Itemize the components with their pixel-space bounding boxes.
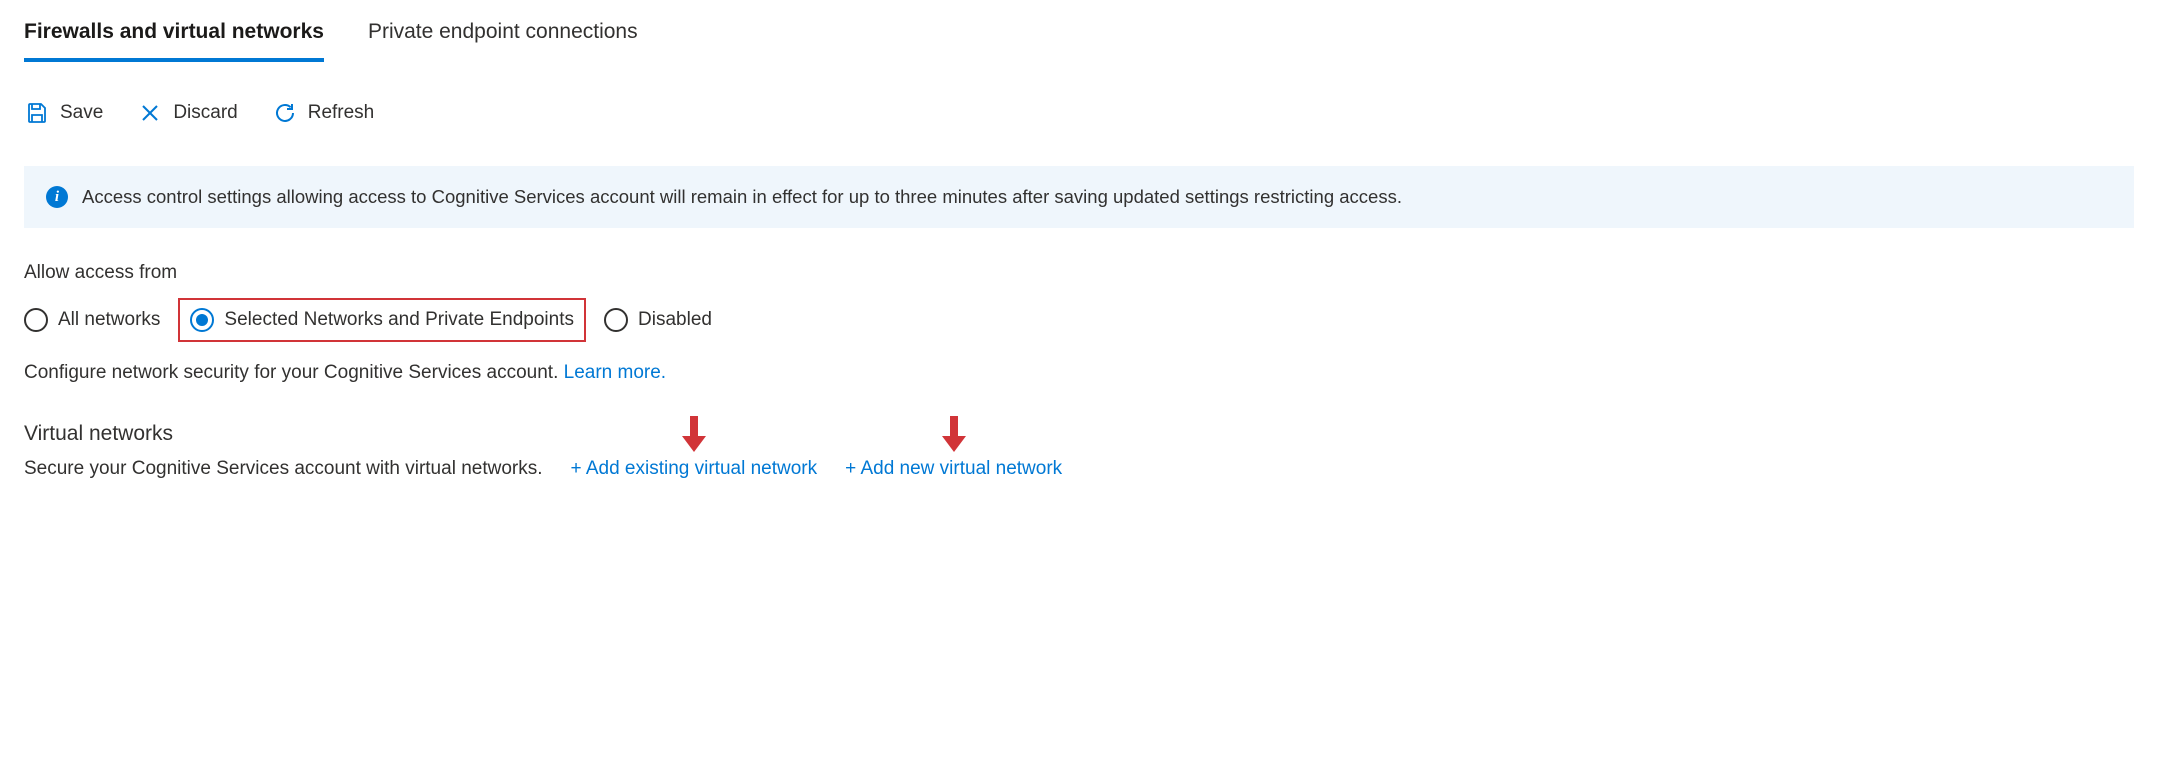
discard-label: Discard [173,102,237,124]
save-button[interactable]: Save [24,100,103,126]
radio-icon-selected [190,308,214,332]
arrow-down-icon [680,414,708,460]
add-new-vnet-link[interactable]: + Add new virtual network [845,458,1062,480]
radio-icon [24,308,48,332]
config-text: Configure network security for your Cogn… [24,362,564,383]
radio-label: Disabled [638,309,712,331]
refresh-icon [272,100,298,126]
refresh-button[interactable]: Refresh [272,100,375,126]
info-banner: i Access control settings allowing acces… [24,166,2134,228]
tabs-container: Firewalls and virtual networks Private e… [24,20,2134,62]
radio-dot-icon [196,314,208,326]
toolbar: Save Discard Refresh [24,100,2134,126]
discard-button[interactable]: Discard [137,100,237,126]
learn-more-link[interactable]: Learn more. [564,362,666,383]
arrow-down-icon [940,414,968,460]
close-icon [137,100,163,126]
config-description: Configure network security for your Cogn… [24,362,2134,384]
radio-label: Selected Networks and Private Endpoints [224,309,574,331]
allow-access-label: Allow access from [24,262,2134,284]
add-new-label: + Add new virtual network [845,458,1062,479]
add-existing-vnet-link[interactable]: + Add existing virtual network [571,458,818,480]
vnet-description: Secure your Cognitive Services account w… [24,458,543,480]
radio-selected-networks[interactable]: Selected Networks and Private Endpoints [178,298,586,342]
save-icon [24,100,50,126]
radio-label: All networks [58,309,160,331]
radio-all-networks[interactable]: All networks [24,308,160,332]
save-label: Save [60,102,103,124]
tab-firewalls[interactable]: Firewalls and virtual networks [24,20,324,62]
virtual-networks-row: Secure your Cognitive Services account w… [24,458,2134,480]
refresh-label: Refresh [308,102,375,124]
info-icon: i [46,186,68,208]
info-text: Access control settings allowing access … [82,186,1402,208]
virtual-networks-heading: Virtual networks [24,422,2134,446]
tab-private-endpoints[interactable]: Private endpoint connections [368,20,638,62]
radio-disabled[interactable]: Disabled [604,308,712,332]
allow-access-radio-group: All networks Selected Networks and Priva… [24,298,2134,342]
radio-icon [604,308,628,332]
add-existing-label: + Add existing virtual network [571,458,818,479]
